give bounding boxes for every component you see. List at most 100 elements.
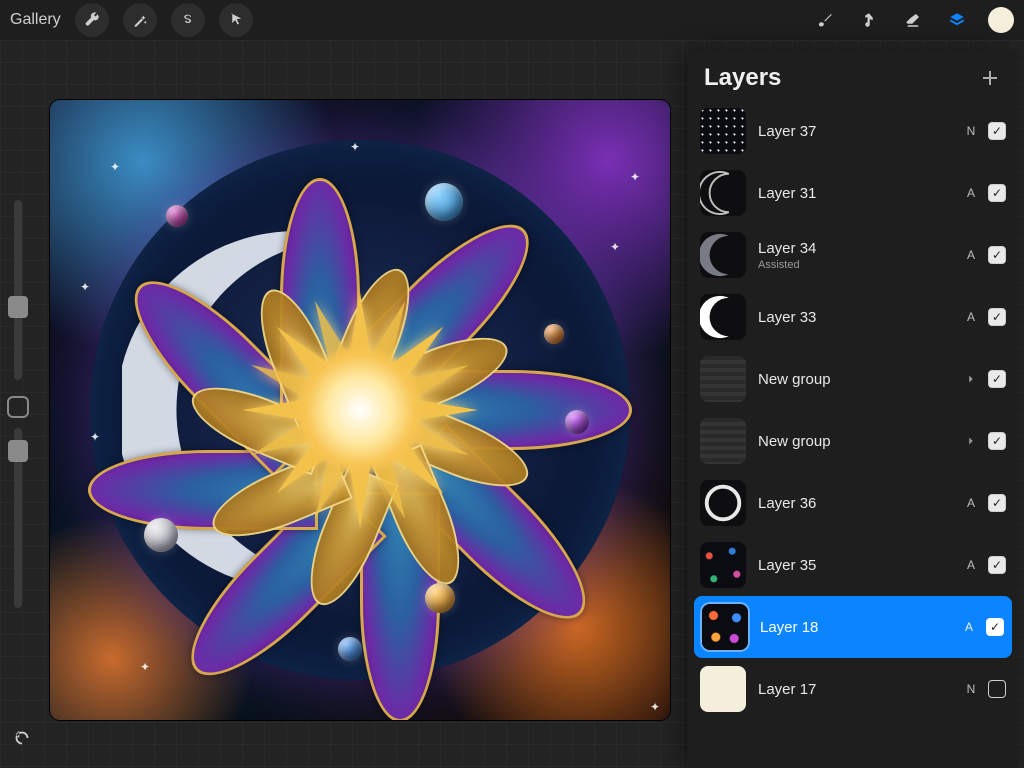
color-well[interactable] [988,7,1014,33]
artwork-orb [166,205,188,227]
brush-icon [816,11,834,29]
add-layer-button[interactable] [978,66,1002,90]
eraser-tool-button[interactable] [900,7,926,33]
layer-subtitle: Assisted [758,259,816,271]
layer-right: A [964,184,1006,202]
layer-row[interactable]: New group [688,348,1018,410]
layer-row[interactable]: Layer 34 Assisted A [688,224,1018,286]
side-sliders [4,200,32,608]
layer-row[interactable]: Layer 36 A [688,472,1018,534]
brush-tool-button[interactable] [812,7,838,33]
undo-button[interactable] [8,724,36,752]
layer-name-wrap: Layer 35 [758,557,816,574]
gallery-button[interactable]: Gallery [10,11,61,29]
modifier-button[interactable] [7,396,29,418]
cursor-icon [227,11,245,29]
artwork-star: ✦ [90,430,100,444]
blend-mode-indicator[interactable]: N [964,682,978,696]
brush-size-thumb[interactable] [8,296,28,318]
visibility-checkbox[interactable] [988,370,1006,388]
smudge-tool-button[interactable] [856,7,882,33]
artwork-orb [144,518,178,552]
visibility-checkbox[interactable] [986,618,1004,636]
visibility-checkbox[interactable] [988,680,1006,698]
layer-right: A [962,618,1004,636]
adjustments-button[interactable] [75,3,109,37]
layer-right: A [964,308,1006,326]
blend-mode-indicator[interactable]: A [962,620,976,634]
canvas[interactable]: ✦✦✦✦✦✦✦✦✦✦✦✦ [50,100,670,720]
artwork-star: ✦ [110,160,120,174]
layers-tool-button[interactable] [944,7,970,33]
layer-thumbnail [700,666,746,712]
layers-panel: Layers Layer 37 N Layer 31 A Layer 34 Assiste… [688,50,1018,768]
visibility-checkbox[interactable] [988,556,1006,574]
layer-row[interactable]: Layer 35 A [688,534,1018,596]
layer-name: New group [758,433,831,450]
transform-button[interactable] [219,3,253,37]
artwork-orb [565,410,589,434]
chevron-right-icon[interactable] [964,434,978,448]
artwork-sun-core [295,345,425,475]
undo-icon [11,727,33,749]
layer-thumbnail [700,232,746,278]
layer-row[interactable]: Layer 31 A [688,162,1018,224]
layer-thumbnail [700,356,746,402]
plus-icon [978,66,1002,90]
artwork-star: ✦ [610,240,620,254]
layer-name-wrap: Layer 34 Assisted [758,240,816,271]
layer-right: N [964,122,1006,140]
layer-list[interactable]: Layer 37NLayer 31ALayer 34AssistedALayer… [688,100,1018,764]
layer-name-wrap: Layer 37 [758,123,816,140]
layer-name-wrap: Layer 31 [758,185,816,202]
selection-button[interactable] [171,3,205,37]
visibility-checkbox[interactable] [988,246,1006,264]
opacity-slider[interactable] [14,428,22,608]
layer-thumbnail [700,294,746,340]
layer-name: Layer 17 [758,681,816,698]
layer-name: Layer 34 [758,240,816,257]
artwork-star: ✦ [80,280,90,294]
artwork-star: ✦ [650,700,660,714]
blend-mode-indicator[interactable]: A [964,496,978,510]
layers-title: Layers [704,64,781,92]
layer-row[interactable]: Layer 18 A [694,596,1012,658]
wrench-icon [83,11,101,29]
artwork-star: ✦ [350,140,360,154]
blend-mode-indicator[interactable]: A [964,558,978,572]
layer-name: Layer 33 [758,309,816,326]
layer-thumbnail [700,170,746,216]
opacity-thumb[interactable] [8,440,28,462]
eraser-icon [904,11,922,29]
layer-row[interactable]: Layer 33 A [688,286,1018,348]
chevron-right-icon[interactable] [964,372,978,386]
blend-mode-indicator[interactable]: A [964,186,978,200]
layer-right [964,370,1006,388]
layer-name-wrap: Layer 18 [760,619,818,636]
layer-right [964,432,1006,450]
visibility-checkbox[interactable] [988,494,1006,512]
blend-mode-indicator[interactable]: N [964,124,978,138]
top-toolbar: Gallery [0,0,1024,40]
artwork-disk [90,140,630,680]
layer-row[interactable]: Layer 37 N [688,100,1018,162]
brush-size-slider[interactable] [14,200,22,380]
layer-name: Layer 37 [758,123,816,140]
magic-button[interactable] [123,3,157,37]
blend-mode-indicator[interactable]: A [964,248,978,262]
layer-name-wrap: Layer 36 [758,495,816,512]
layer-row[interactable]: Layer 17 N [688,658,1018,720]
visibility-checkbox[interactable] [988,308,1006,326]
visibility-checkbox[interactable] [988,122,1006,140]
layer-name: Layer 35 [758,557,816,574]
artwork-orb [425,183,463,221]
visibility-checkbox[interactable] [988,184,1006,202]
layer-thumbnail [700,480,746,526]
layer-row[interactable]: New group [688,410,1018,472]
layer-name: Layer 36 [758,495,816,512]
layer-name-wrap: New group [758,371,831,388]
blend-mode-indicator[interactable]: A [964,310,978,324]
visibility-checkbox[interactable] [988,432,1006,450]
layers-header: Layers [688,50,1018,100]
layers-icon [948,11,966,29]
